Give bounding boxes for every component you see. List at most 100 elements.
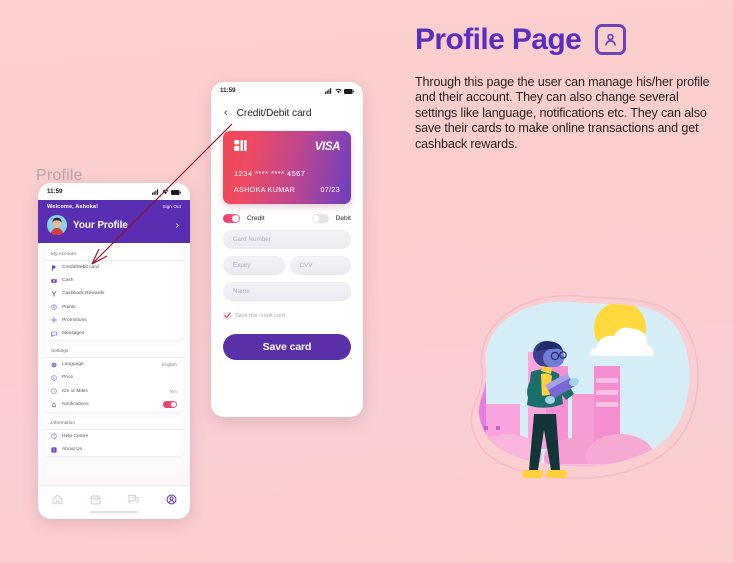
avatar — [47, 215, 67, 235]
notifications-toggle[interactable] — [163, 401, 177, 409]
back-button[interactable]: ‹ — [224, 108, 228, 119]
sidebar-item-promotions[interactable]: Promotions — [44, 314, 184, 327]
wifi-icon — [161, 189, 169, 194]
signal-icon — [325, 87, 332, 94]
profile-icon[interactable] — [166, 494, 177, 505]
section-title: Information — [44, 417, 184, 430]
status-bar-time: 11:59 — [220, 87, 236, 94]
card-icon — [51, 265, 57, 271]
sidebar-item-km-or-miles[interactable]: Km or Miles Km — [44, 385, 184, 398]
card-expiry-date: 07/23 — [320, 185, 340, 194]
save-card-checkbox-row[interactable]: Save this credit card — [223, 312, 351, 320]
status-bar: 11:59 — [38, 183, 190, 200]
card-entry-phone-mockup: 11:59 ‹ Credit/Debit card VISA 1234 ****… — [211, 82, 363, 417]
card-number-display: 1234 **** **** 4567 — [234, 169, 306, 178]
screen-title: Credit/Debit card — [236, 108, 312, 119]
signal-icon — [152, 188, 159, 195]
status-bar-icons — [152, 188, 181, 195]
menu-label: About Us — [62, 447, 83, 453]
home-indicator — [90, 511, 138, 513]
bottom-navigation-bar — [38, 485, 190, 519]
section-my-account: My Account Credit/Debit card Cash Cashba… — [44, 248, 184, 341]
price-icon — [51, 375, 57, 381]
welcome-row: Welcome, Ashoka! Sign Out — [47, 204, 181, 210]
name-input[interactable]: Name — [223, 282, 351, 301]
section-title: Settings — [44, 345, 184, 359]
menu-label: Promotions — [62, 317, 87, 323]
rewards-icon — [51, 291, 57, 297]
sidebar-item-messages[interactable]: Messages — [44, 327, 184, 340]
card-holder-name: ASHOKA KUMAR — [234, 185, 296, 194]
promotions-icon — [51, 317, 57, 324]
cvv-input[interactable]: CVV — [289, 256, 351, 275]
menu-label: Notifications — [62, 402, 89, 408]
left-phone-mockup: 11:59 Welcome, Ashoka! Sign Out Your Pro… — [38, 183, 190, 519]
menu-value: English — [161, 362, 177, 368]
cash-icon — [51, 278, 57, 284]
menu-label: Km or Miles — [62, 388, 88, 394]
points-icon — [51, 304, 57, 310]
menu-label: Credit/Debit card — [62, 265, 99, 271]
credit-toggle[interactable] — [223, 214, 240, 223]
sign-out-button[interactable]: Sign Out — [162, 205, 181, 210]
navigation-bar: ‹ Credit/Debit card — [211, 99, 363, 128]
section-title: My Account — [44, 248, 184, 261]
distance-icon — [51, 388, 57, 394]
sidebar-item-cash[interactable]: Cash — [44, 274, 184, 287]
menu-value: Km — [170, 388, 177, 394]
language-icon — [51, 361, 57, 368]
section-settings: Settings Language English Price Km or Mi… — [44, 345, 184, 412]
calendar-icon[interactable] — [90, 494, 101, 505]
notifications-icon — [51, 402, 57, 408]
sidebar-item-points[interactable]: Points — [44, 301, 184, 314]
sidebar-item-help-centre[interactable]: Help Centre — [44, 430, 184, 443]
chevron-right-icon: › — [175, 219, 179, 231]
profile-header: Welcome, Ashoka! Sign Out Your Profile › — [38, 200, 190, 243]
menu-label: Cashback Rewards — [62, 291, 105, 297]
section-information: Information Help Centre About Us — [44, 416, 184, 457]
person-reading-book-city-illustration — [424, 286, 712, 508]
battery-icon — [344, 88, 354, 94]
sidebar-item-language[interactable]: Language English — [44, 358, 184, 371]
expiry-cvv-row: Expiry CVV — [223, 256, 351, 275]
credit-label: Credit — [247, 215, 265, 222]
sidebar-item-cashback-rewards[interactable]: Cashback Rewards — [44, 287, 184, 300]
sidebar-item-credit-debit-card[interactable]: Credit/Debit card — [44, 261, 184, 274]
menu-label: Points — [62, 304, 76, 310]
menu-label: Help Centre — [62, 433, 89, 439]
your-profile-row[interactable]: Your Profile › — [47, 215, 181, 235]
your-profile-label: Your Profile — [73, 219, 128, 231]
right-info-panel: Profile Page Through this page the user … — [415, 24, 715, 152]
chat-icon[interactable] — [127, 494, 139, 505]
credit-card-preview: VISA 1234 **** **** 4567 ASHOKA KUMAR 07… — [223, 131, 351, 204]
page-description: Through this page the user can manage hi… — [415, 75, 710, 151]
save-card-checkbox[interactable] — [223, 312, 231, 320]
save-card-button[interactable]: Save card — [223, 334, 351, 360]
payment-type-toggles: Credit Debit — [223, 214, 351, 223]
expiry-input[interactable]: Expiry — [223, 256, 285, 275]
wifi-icon — [334, 88, 342, 93]
menu-label: Cash — [62, 278, 74, 284]
card-number-input[interactable]: Card Number — [223, 230, 351, 249]
title-row: Profile Page — [415, 24, 715, 55]
help-icon — [51, 433, 57, 440]
menu-label: Price — [62, 375, 74, 381]
battery-icon — [171, 189, 181, 195]
sidebar-item-price[interactable]: Price — [44, 371, 184, 384]
status-bar: 11:59 — [211, 82, 363, 99]
visa-logo: VISA — [314, 141, 341, 153]
status-bar-icons — [325, 87, 354, 94]
messages-icon — [51, 331, 57, 337]
home-icon[interactable] — [52, 494, 63, 505]
page-title: Profile Page — [415, 22, 582, 56]
sidebar-item-notifications[interactable]: Notifications — [44, 398, 184, 412]
debit-toggle[interactable] — [311, 214, 329, 223]
about-icon — [51, 447, 57, 453]
status-bar-time: 11:59 — [47, 188, 63, 195]
menu-label: Language — [62, 362, 84, 368]
sidebar-item-about-us[interactable]: About Us — [44, 443, 184, 456]
debit-label: Debit — [335, 215, 351, 222]
welcome-text: Welcome, Ashoka! — [47, 204, 99, 210]
user-square-icon — [595, 24, 627, 55]
menu-label: Messages — [62, 331, 85, 337]
